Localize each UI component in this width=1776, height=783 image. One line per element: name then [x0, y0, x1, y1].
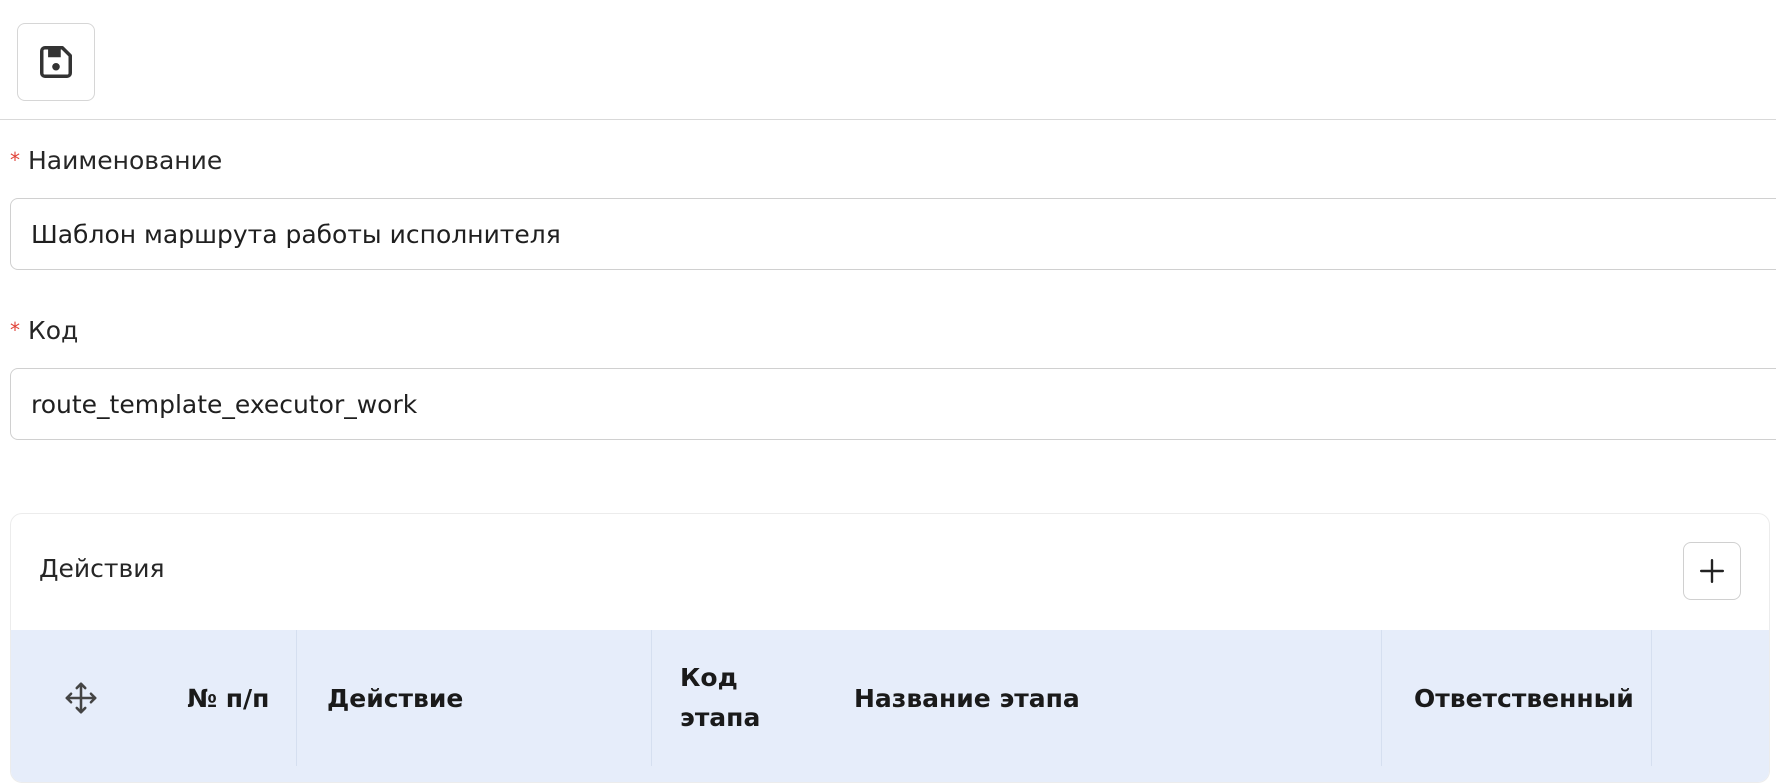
column-header-action[interactable]: Действие: [327, 630, 647, 766]
column-separator: [651, 630, 652, 766]
toolbar: [0, 0, 1776, 120]
name-label-text: Наименование: [28, 146, 223, 175]
move-icon: [65, 682, 97, 714]
required-mark: *: [10, 318, 20, 342]
column-header-responsible[interactable]: Ответственный: [1414, 630, 1644, 766]
column-header-stage-name[interactable]: Название этапа: [854, 630, 1374, 766]
add-action-button[interactable]: [1683, 542, 1741, 600]
column-separator: [1381, 630, 1382, 766]
column-header-number[interactable]: № п/п: [187, 630, 292, 766]
actions-card: Действия № п/п Действие Код этапа Назван…: [10, 513, 1770, 783]
actions-table-header: № п/п Действие Код этапа Название этапа …: [11, 630, 1769, 782]
code-label-text: Код: [28, 316, 79, 345]
save-icon: [40, 46, 72, 78]
column-separator: [296, 630, 297, 766]
name-field-label: * Наименование: [10, 146, 222, 175]
column-separator: [1651, 630, 1652, 766]
drag-handle-header[interactable]: [11, 630, 151, 766]
required-mark: *: [10, 148, 20, 172]
save-button[interactable]: [17, 23, 95, 101]
plus-icon: [1699, 558, 1725, 584]
column-header-stage-code[interactable]: Код этапа: [680, 630, 780, 766]
code-field-label: * Код: [10, 316, 78, 345]
code-input[interactable]: [10, 368, 1776, 440]
actions-title: Действия: [39, 554, 165, 583]
name-input[interactable]: [10, 198, 1776, 270]
